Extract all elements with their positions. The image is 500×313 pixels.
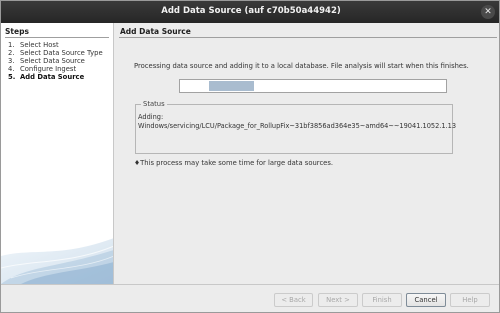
step-item-add-data-source: 5. Add Data Source xyxy=(8,72,103,82)
progress-bar xyxy=(179,79,447,93)
status-line-path: Windows/servicing/LCU/Package_for_Rollup… xyxy=(138,122,457,130)
step-number: 5. xyxy=(8,72,16,81)
wizard-swoosh-graphic xyxy=(1,238,113,284)
status-legend: Status xyxy=(141,100,167,108)
close-icon[interactable]: ✕ xyxy=(481,5,495,19)
content-heading: Add Data Source xyxy=(120,27,191,36)
add-data-source-dialog: Add Data Source (auf c70b50a44942) ✕ Ste… xyxy=(0,0,500,313)
steps-heading: Steps xyxy=(5,27,29,36)
title-bar[interactable]: Add Data Source (auf c70b50a44942) ✕ xyxy=(1,1,499,23)
step-label: Select Host xyxy=(20,41,59,49)
finish-button[interactable]: Finish xyxy=(362,293,402,307)
step-label: Select Data Source Type xyxy=(20,48,103,57)
large-source-note: ♦This process may take some time for lar… xyxy=(134,159,334,167)
step-label: Configure Ingest xyxy=(20,64,77,73)
steps-divider xyxy=(5,37,109,38)
next-button[interactable]: Next > xyxy=(318,293,358,307)
processing-message: Processing data source and adding it to … xyxy=(134,62,469,70)
content-divider xyxy=(119,37,497,38)
steps-list: 1. Select Host 2. Select Data Source Type … xyxy=(8,41,103,82)
back-button[interactable]: < Back xyxy=(274,293,313,307)
status-box: Status Adding: Windows/servicing/LCU/Pac… xyxy=(135,100,457,154)
status-line-adding: Adding: xyxy=(138,113,164,121)
window-title: Add Data Source (auf c70b50a44942) xyxy=(161,6,341,16)
step-label: Select Data Source xyxy=(20,56,85,65)
steps-panel: Steps 1. Select Host 2. Select Data Source… xyxy=(1,23,114,284)
progress-bar-fill xyxy=(209,81,255,91)
help-button[interactable]: Help xyxy=(450,293,490,307)
cancel-button[interactable]: Cancel xyxy=(406,293,446,307)
step-label: Add Data Source xyxy=(20,72,85,81)
button-bar: < Back Next > Finish Cancel Help xyxy=(1,284,499,312)
content-panel: Add Data Source Processing data source a… xyxy=(115,23,499,284)
